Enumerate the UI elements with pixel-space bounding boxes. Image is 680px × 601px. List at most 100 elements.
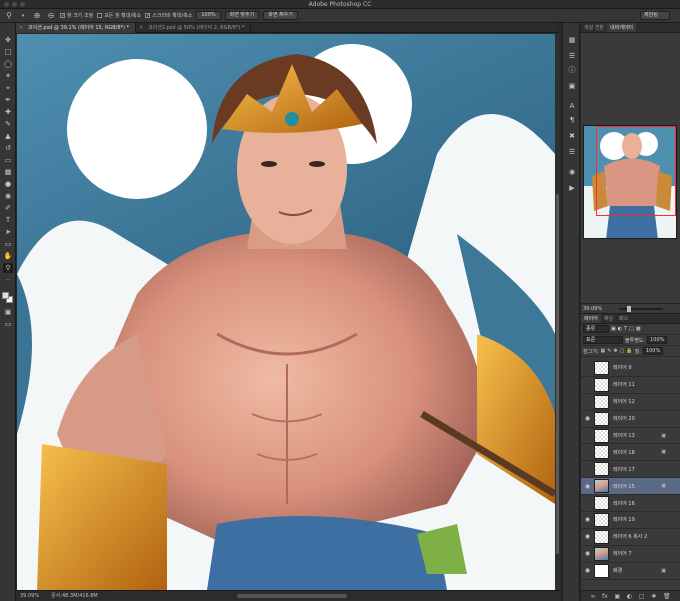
type-tool-icon[interactable]: T — [3, 215, 13, 225]
layer-name[interactable]: 레이어 19 — [613, 516, 635, 523]
filter-smart-object-icon[interactable]: ▩ — [636, 326, 641, 332]
navigator-view-box[interactable] — [596, 126, 676, 216]
layer-name[interactable]: 레이어 7 — [613, 550, 632, 557]
tool-preset-dropdown-icon[interactable]: ▾ — [18, 11, 28, 21]
zoom-tool-icon[interactable]: ⚲ — [3, 263, 13, 273]
layer-name[interactable]: 레이어 9 — [613, 364, 632, 371]
layer-name[interactable]: 레이어 11 — [613, 381, 635, 388]
clone-source-icon[interactable]: ◉ — [567, 167, 577, 177]
layer-row[interactable]: 레이어 12 — [581, 394, 680, 411]
layer-row[interactable]: 레이어 18 ▣ — [581, 444, 680, 462]
document-size[interactable]: 문서:48.3M/416.8M — [51, 591, 98, 601]
blend-mode-select[interactable]: 표준 — [583, 336, 623, 344]
fit-screen-button[interactable]: 화면 맞추기 — [224, 11, 260, 20]
lock-all-icon[interactable]: 🔒 — [626, 348, 632, 354]
layer-row[interactable]: 레이어 16 — [581, 495, 680, 513]
horizontal-scrollbar[interactable] — [237, 594, 347, 598]
zoom-all-windows-checkbox[interactable]: 모든 창 확대/축소 — [97, 12, 141, 19]
layer-style-icon[interactable]: fx — [602, 593, 608, 600]
eyedropper-tool-icon[interactable]: ✒ — [3, 95, 13, 105]
layer-row[interactable]: ◉ 레이어 15 ▣ — [581, 478, 680, 496]
quick-mask-icon[interactable]: ▣ — [3, 307, 13, 317]
layer-name[interactable]: 레이어 20 — [613, 415, 635, 422]
vertical-scrollbar[interactable] — [555, 34, 560, 590]
close-tab-icon[interactable]: × — [139, 23, 143, 33]
lock-pixels-icon[interactable]: ✎ — [607, 348, 611, 354]
zoom-in-icon[interactable]: ⊕ — [32, 11, 42, 21]
path-select-tool-icon[interactable]: ➤ — [3, 227, 13, 237]
move-tool-icon[interactable]: ✥ — [3, 35, 13, 45]
scrubby-zoom-checkbox[interactable]: ✓ 스크러비 확대/축소 — [145, 12, 192, 19]
shape-tool-icon[interactable]: ▭ — [3, 239, 13, 249]
actions-icon[interactable]: ▶ — [567, 183, 577, 193]
filter-adjustment-icon[interactable]: ◐ — [618, 326, 622, 332]
visibility-eye-icon[interactable]: ◉ — [581, 415, 594, 422]
layer-name[interactable]: 레이어 15 — [613, 483, 635, 490]
healing-brush-tool-icon[interactable]: ✚ — [3, 107, 13, 117]
adjustments-icon[interactable]: ▣ — [567, 81, 577, 91]
foreground-color-swatch[interactable] — [2, 292, 9, 299]
layer-row[interactable]: 레이어 13 ▣ — [581, 428, 680, 445]
document-canvas[interactable] — [17, 34, 555, 590]
close-window-icon[interactable] — [4, 2, 9, 7]
new-adjustment-icon[interactable]: ◐ — [627, 593, 632, 600]
close-tab-icon[interactable]: × — [19, 23, 23, 33]
tab-navigator[interactable]: 내비게이터 — [607, 23, 637, 32]
tab-channels[interactable]: 채널 — [601, 314, 616, 323]
layer-name[interactable]: 레이어 17 — [613, 466, 635, 473]
tab-swatches[interactable]: 색상 견본 — [581, 23, 607, 32]
maximize-window-icon[interactable] — [20, 2, 25, 7]
document-tab[interactable]: × 코이션2.psd @ 50% (레이어 2, RGB/8*) * — [136, 23, 252, 33]
layer-name[interactable]: 레이어 12 — [613, 398, 635, 405]
navigator-zoom-slider[interactable] — [619, 306, 663, 312]
layer-row[interactable]: ◉ 레이어 19 — [581, 512, 680, 529]
layer-row[interactable]: ◉ 레이어 6 복사 2 — [581, 529, 680, 546]
quick-select-tool-icon[interactable]: ✶ — [3, 71, 13, 81]
workspace-switcher[interactable]: 제임팅 — [640, 11, 670, 20]
layer-kind-filter[interactable]: 종류 — [583, 325, 609, 333]
opacity-input[interactable]: 100% — [647, 336, 668, 344]
tools-preset-icon[interactable]: ✖ — [567, 131, 577, 141]
filter-shape-icon[interactable]: □ — [629, 326, 634, 332]
character-icon[interactable]: A — [567, 101, 577, 111]
info-icon[interactable]: ⓘ — [567, 65, 577, 75]
filter-type-icon[interactable]: T — [624, 326, 627, 332]
lasso-tool-icon[interactable]: ◯ — [3, 59, 13, 69]
visibility-eye-icon[interactable]: ◉ — [581, 533, 594, 540]
blur-tool-icon[interactable]: ● — [3, 179, 13, 189]
scroll-thumb[interactable] — [556, 194, 559, 554]
zoom-100-button[interactable]: 100% — [196, 11, 221, 20]
delete-layer-icon[interactable]: 🗑 — [663, 593, 671, 600]
layer-name[interactable]: 레이어 6 복사 2 — [613, 533, 647, 540]
brush-tool-icon[interactable]: ✎ — [3, 119, 13, 129]
navigator-thumbnail[interactable] — [583, 125, 677, 239]
gradient-tool-icon[interactable]: ▩ — [3, 167, 13, 177]
resize-windows-checkbox[interactable]: ✓ 창 크기 조정 — [60, 12, 93, 19]
layer-name[interactable]: 레이어 13 — [613, 432, 635, 439]
layer-row[interactable]: 레이어 17 — [581, 461, 680, 479]
crop-tool-icon[interactable]: ⌖ — [3, 83, 13, 93]
layer-row[interactable]: 레이어 9 — [581, 360, 680, 377]
fill-screen-button[interactable]: 화면 채우기 — [263, 11, 298, 20]
eraser-tool-icon[interactable]: ▭ — [3, 155, 13, 165]
minimize-window-icon[interactable] — [12, 2, 17, 7]
hand-tool-icon[interactable]: ✋ — [3, 251, 13, 261]
layer-row[interactable]: ◉ 배경 ▣ — [581, 563, 680, 580]
lock-transparent-icon[interactable]: ▦ — [601, 348, 606, 354]
properties-icon[interactable]: ☰ — [567, 51, 577, 61]
slider-handle[interactable] — [627, 306, 631, 312]
link-layers-icon[interactable]: ∞ — [590, 593, 595, 600]
zoom-readout[interactable]: 39.09% — [20, 591, 39, 601]
screen-mode-icon[interactable]: ▭ — [3, 319, 13, 329]
navigator-zoom-value[interactable]: 39.09% — [583, 306, 602, 312]
tab-layers[interactable]: 레이어 — [581, 314, 601, 323]
layer-name[interactable]: 배경 — [613, 567, 622, 574]
history-icon[interactable]: ▦ — [567, 35, 577, 45]
new-group-icon[interactable]: □ — [639, 593, 645, 600]
tab-paths[interactable]: 패스 — [616, 314, 631, 323]
lock-position-icon[interactable]: ✥ — [613, 348, 617, 354]
new-layer-icon[interactable]: ✚ — [651, 593, 656, 600]
add-mask-icon[interactable]: ▣ — [614, 593, 620, 600]
visibility-eye-icon[interactable]: ◉ — [581, 483, 594, 490]
document-tab-active[interactable]: × 코이션.psd @ 39.1% (레이어 15, RGB/8*) * — [16, 23, 137, 33]
